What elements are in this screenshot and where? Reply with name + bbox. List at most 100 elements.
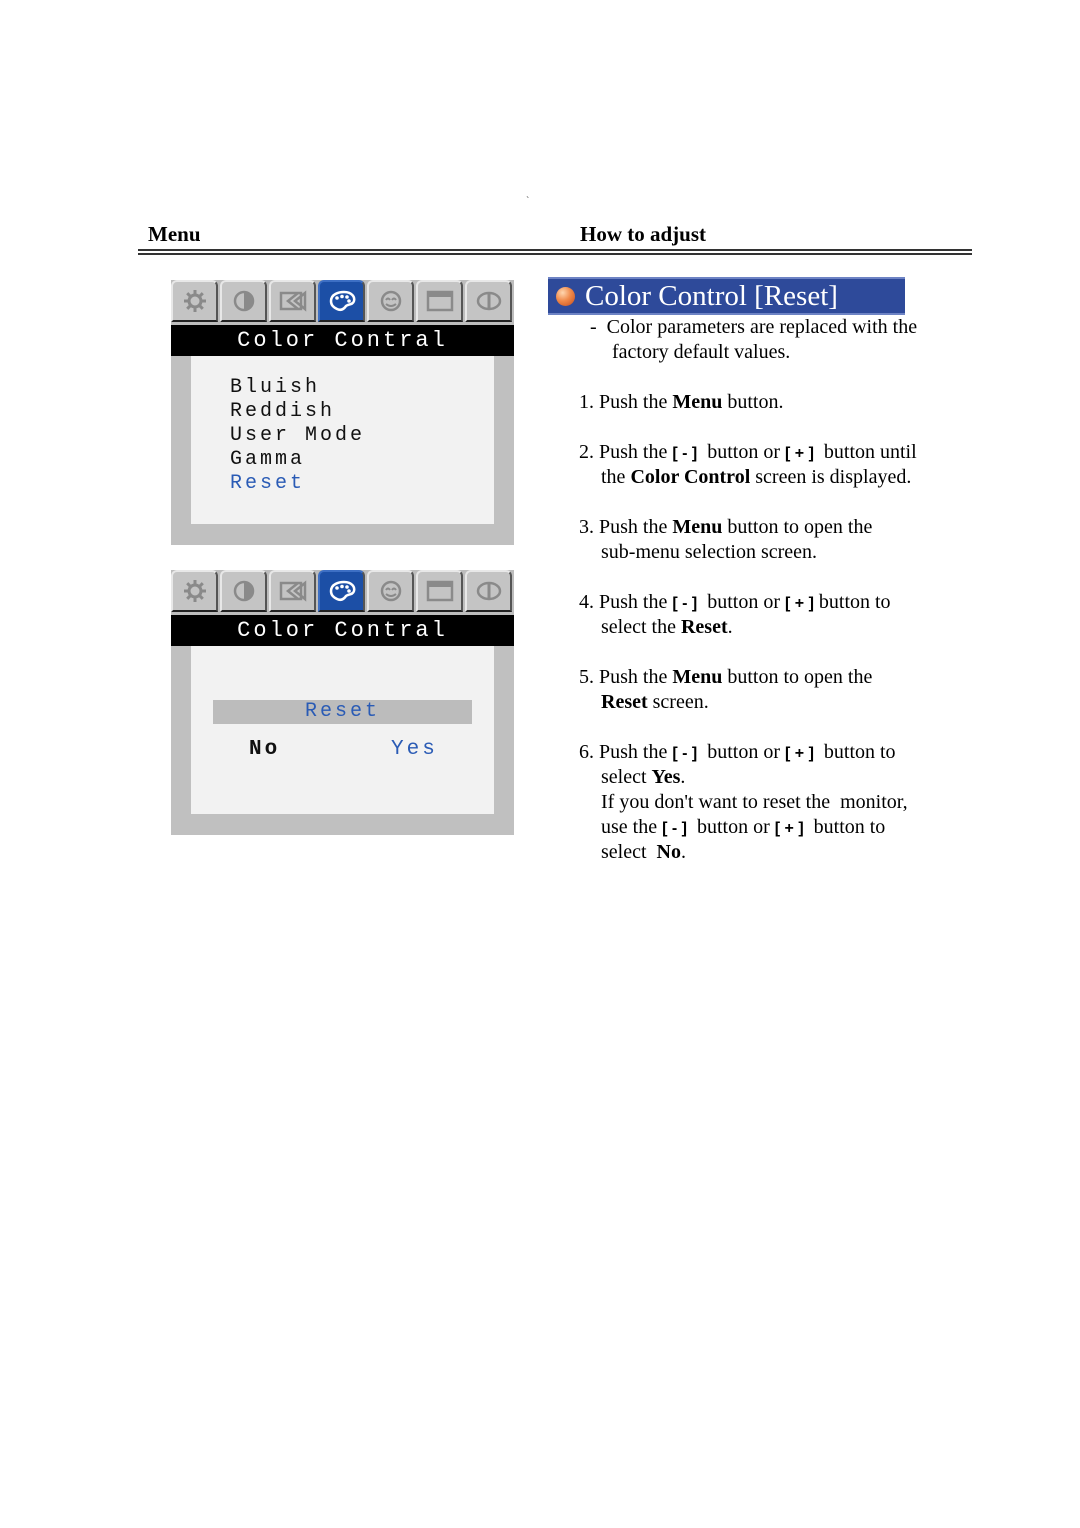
- osd-tab-palette[interactable]: [318, 280, 365, 322]
- column-header-how-to-adjust: How to adjust: [580, 222, 707, 246]
- osd-tab-position[interactable]: [269, 280, 316, 322]
- step-text: screen.: [647, 691, 709, 713]
- orange-bullet-icon: [556, 286, 575, 306]
- step-5-line-1: 5. Push the Menu button to open the: [579, 665, 872, 690]
- reset-dialog-title: Reset: [213, 700, 472, 724]
- osd-tab-window[interactable]: [416, 280, 463, 322]
- osd-item-user-mode[interactable]: User Mode: [230, 424, 365, 448]
- option-no[interactable]: No: [249, 738, 280, 761]
- osd-tab-bar: [171, 570, 514, 615]
- intro-line-2: factory default values.: [612, 341, 791, 363]
- step-bold: Menu: [672, 666, 723, 688]
- info-icon: [476, 581, 501, 601]
- osd-tab-palette[interactable]: [318, 570, 365, 612]
- face-icon: [380, 290, 401, 312]
- osd-tab-face[interactable]: [367, 570, 414, 612]
- step-bold: Color Control: [630, 466, 751, 488]
- step-text: Push the: [599, 516, 673, 538]
- step-4-line-1: 4. Push the [ - ] button or [ + ] button…: [579, 590, 891, 616]
- step-text: Push the: [599, 666, 673, 688]
- section-title-banner: Color Control [Reset]: [548, 277, 905, 315]
- step-6-line-3: If you don't want to reset the monitor,: [601, 791, 908, 813]
- step-text: button or: [697, 741, 785, 763]
- step-number: 5.: [579, 666, 594, 688]
- stray-mark: `: [526, 196, 530, 207]
- step-text: Push the: [599, 391, 673, 413]
- step-text: Push the: [599, 591, 673, 613]
- info-icon: [476, 291, 501, 311]
- step-text: Push the: [599, 741, 673, 763]
- plus-button-label: [ + ]: [774, 820, 804, 837]
- step-number: 4.: [579, 591, 594, 613]
- step-text: button or: [686, 816, 775, 838]
- step-text: button to open the: [722, 516, 873, 538]
- osd-tab-face[interactable]: [367, 280, 414, 322]
- step-number: 6.: [579, 741, 594, 763]
- osd-item-reddish[interactable]: Reddish: [230, 400, 365, 424]
- position-icon: [279, 580, 306, 602]
- gear-icon: [183, 580, 206, 602]
- step-text: button or: [697, 441, 785, 463]
- step-text: .: [727, 616, 733, 638]
- window-icon: [426, 290, 453, 312]
- step-6-line-1: 6. Push the [ - ] button or [ + ] button…: [579, 740, 896, 766]
- minus-button-label: [ - ]: [672, 445, 698, 462]
- osd-item-gamma[interactable]: Gamma: [230, 448, 365, 472]
- step-bold: Reset: [680, 616, 728, 638]
- osd-tab-position[interactable]: [269, 570, 316, 612]
- step-3-line-1: 3. Push the Menu button to open the: [579, 515, 872, 540]
- section-title: Color Control [Reset]: [585, 279, 838, 312]
- osd-dialog-area: Reset No Yes: [191, 646, 494, 814]
- minus-button-label: [ - ]: [672, 595, 698, 612]
- osd-tab-contrast[interactable]: [220, 280, 267, 322]
- gear-icon: [183, 290, 206, 312]
- step-bold: Yes: [651, 766, 681, 788]
- palette-icon: [329, 580, 355, 602]
- osd-tab-gear[interactable]: [171, 570, 218, 612]
- osd-reset-dialog: Color Contral Reset No Yes: [171, 570, 514, 835]
- step-6-line-5: select No.: [601, 840, 686, 865]
- osd-tab-info[interactable]: [465, 280, 512, 322]
- osd-title: Color Contral: [171, 615, 514, 646]
- osd-tab-window[interactable]: [416, 570, 463, 612]
- window-icon: [426, 580, 453, 602]
- plus-button-label: [ + ]: [785, 745, 814, 762]
- osd-menu-area: Bluish Reddish User Mode Gamma Reset: [191, 356, 494, 524]
- osd-tab-info[interactable]: [465, 570, 512, 612]
- osd-tab-contrast[interactable]: [220, 570, 267, 612]
- osd-tab-bar: [171, 280, 514, 325]
- step-text: button to: [813, 741, 896, 763]
- step-text: Push the: [599, 441, 673, 463]
- step-1: 1. Push the Menu button.: [579, 390, 783, 415]
- step-text: screen is displayed.: [750, 466, 912, 488]
- osd-menu-list: Bluish Reddish User Mode Gamma Reset: [230, 376, 365, 496]
- step-bold: Menu: [672, 516, 723, 538]
- osd-item-reset[interactable]: Reset: [230, 472, 365, 496]
- step-text: button.: [722, 391, 784, 413]
- step-text: the: [601, 466, 631, 488]
- osd-item-bluish[interactable]: Bluish: [230, 376, 365, 400]
- minus-button-label: [ - ]: [662, 820, 687, 837]
- step-text: select the: [601, 616, 681, 638]
- step-number: 2.: [579, 441, 594, 463]
- osd-title: Color Contral: [171, 325, 514, 356]
- step-text: .: [680, 841, 686, 863]
- step-bold: Reset: [601, 691, 648, 713]
- osd-color-control-menu: Color Contral Bluish Reddish User Mode G…: [171, 280, 514, 545]
- step-text: button until: [813, 441, 917, 463]
- step-6-line-2: select Yes.: [601, 765, 685, 790]
- face-icon: [380, 580, 401, 602]
- minus-button-label: [ - ]: [672, 745, 698, 762]
- step-4-line-2: select the Reset.: [601, 615, 733, 640]
- step-number: 1.: [579, 391, 594, 413]
- step-2-line-2: the Color Control screen is displayed.: [601, 465, 911, 490]
- step-text: select: [601, 766, 652, 788]
- step-5-line-2: Reset screen.: [601, 690, 709, 715]
- osd-tab-gear[interactable]: [171, 280, 218, 322]
- step-3-line-2: sub-menu selection screen.: [601, 541, 818, 563]
- position-icon: [279, 290, 306, 312]
- step-bold: Menu: [672, 391, 723, 413]
- palette-icon: [329, 290, 355, 312]
- option-yes[interactable]: Yes: [391, 738, 438, 761]
- step-text: select: [601, 841, 657, 863]
